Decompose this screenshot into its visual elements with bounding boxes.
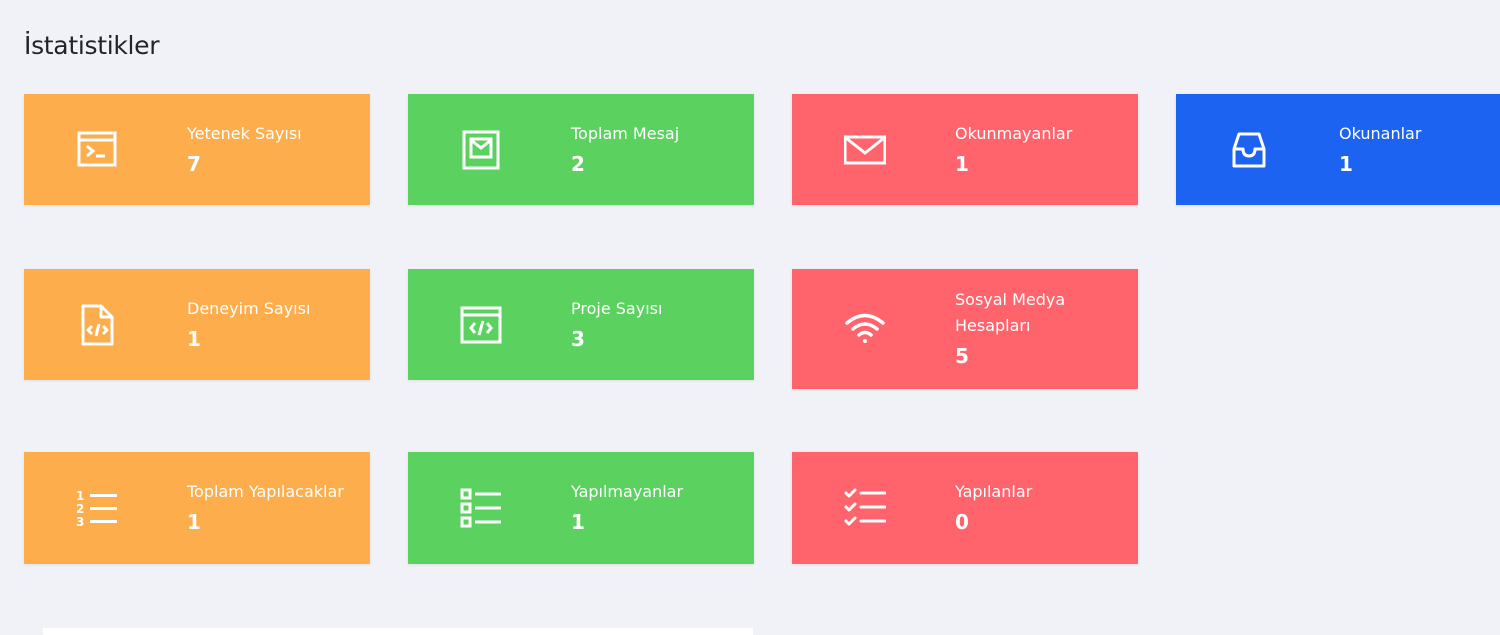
stat-label: Toplam Mesaj — [571, 123, 680, 143]
svg-text:3: 3 — [76, 515, 84, 529]
dashboard-page: İstatistikler Yetenek Sayısı 7 Toplam Me… — [0, 0, 1500, 635]
numbered-list-icon: 1 2 3 — [76, 487, 118, 529]
page-title: İstatistikler — [24, 31, 160, 60]
stat-card-social-media[interactable]: Sosyal Medya Hesapları 5 — [792, 269, 1138, 389]
stat-label: Sosyal Medya Hesapları — [955, 290, 1066, 335]
stat-label: Yapılmayanlar — [571, 482, 684, 501]
stat-value: 7 — [187, 151, 201, 176]
checklist-icon — [844, 487, 886, 529]
stat-value: 1 — [1339, 151, 1353, 176]
stat-card-done[interactable]: Yapılanlar 0 — [792, 452, 1138, 564]
stat-label: Proje Sayısı — [571, 298, 663, 318]
mail-box-icon — [460, 129, 502, 171]
svg-text:2: 2 — [76, 502, 84, 516]
envelope-icon — [844, 129, 886, 171]
stat-label: Deneyim Sayısı — [187, 298, 311, 318]
stat-label: Yapılanlar — [955, 482, 1033, 501]
svg-text:1: 1 — [76, 489, 84, 503]
stat-value: 0 — [955, 510, 969, 534]
stat-card-read[interactable]: Okunanlar 1 — [1176, 94, 1500, 205]
stat-value: 1 — [955, 151, 969, 176]
content-panel — [43, 628, 753, 635]
stat-label: Yetenek Sayısı — [187, 123, 302, 143]
stat-value: 1 — [571, 510, 585, 534]
checkbox-list-icon — [460, 487, 502, 529]
stat-label: Okunanlar — [1339, 123, 1422, 143]
wifi-icon — [844, 308, 886, 350]
stat-card-projects[interactable]: Proje Sayısı 3 — [408, 269, 754, 380]
stat-card-skills[interactable]: Yetenek Sayısı 7 — [24, 94, 370, 205]
terminal-window-icon — [76, 129, 118, 171]
stat-card-unread[interactable]: Okunmayanlar 1 — [792, 94, 1138, 205]
stat-card-not-done[interactable]: Yapılmayanlar 1 — [408, 452, 754, 564]
code-file-icon — [76, 304, 118, 346]
stat-card-total-messages[interactable]: Toplam Mesaj 2 — [408, 94, 754, 205]
stat-card-experience[interactable]: Deneyim Sayısı 1 — [24, 269, 370, 380]
stat-value: 2 — [571, 151, 585, 176]
inbox-tray-icon — [1228, 129, 1270, 171]
stat-label: Okunmayanlar — [955, 123, 1073, 143]
code-window-icon — [460, 304, 502, 346]
stat-value: 1 — [187, 326, 201, 351]
stat-value: 5 — [955, 344, 969, 368]
stat-value: 1 — [187, 510, 201, 534]
stat-value: 3 — [571, 326, 585, 351]
stat-label: Toplam Yapılacaklar — [187, 482, 344, 501]
stat-card-total-todos[interactable]: 1 2 3 Toplam Yapılacaklar 1 — [24, 452, 370, 564]
